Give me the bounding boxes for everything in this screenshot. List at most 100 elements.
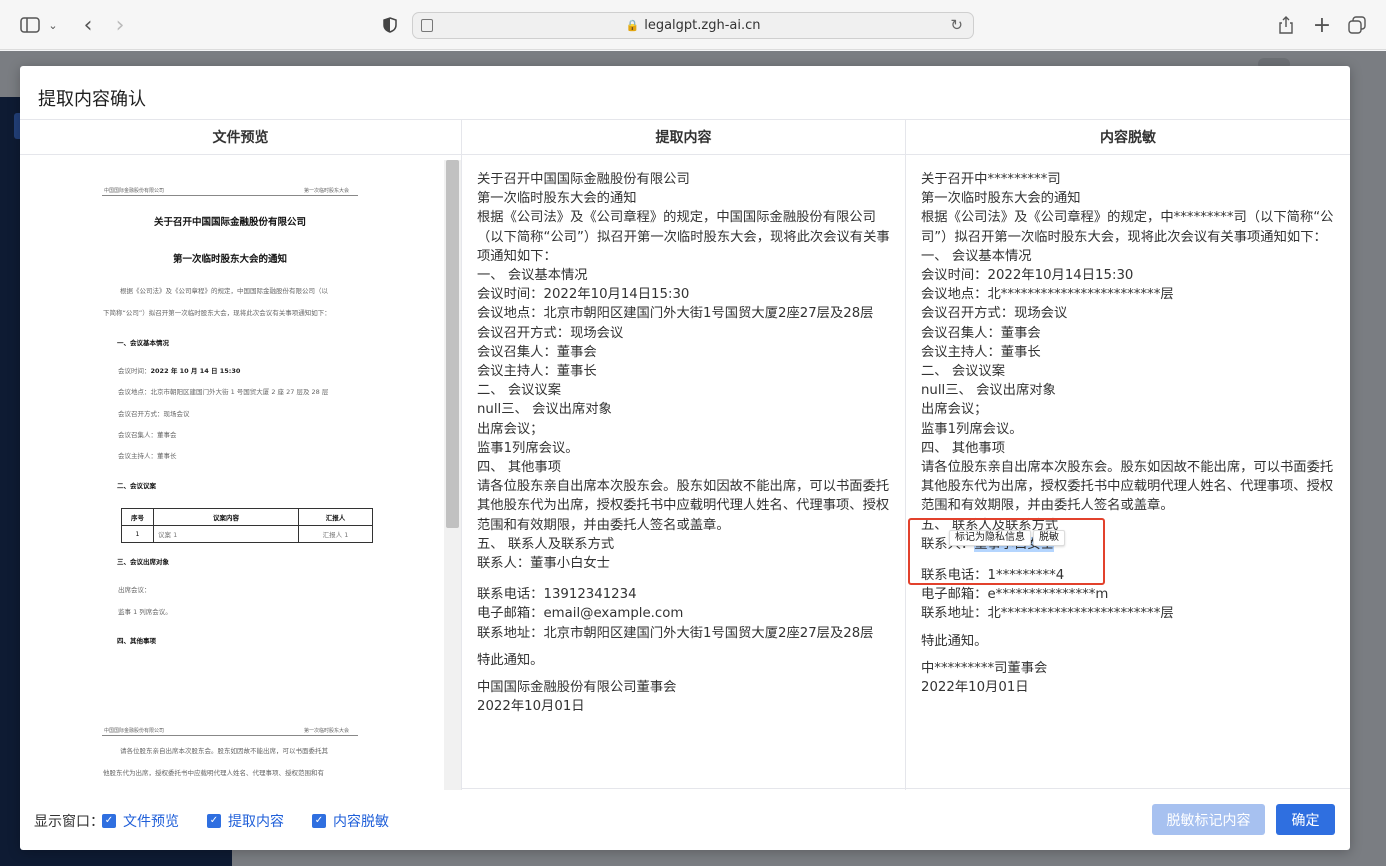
reload-icon[interactable]: ↻ (950, 16, 963, 34)
doc-item: 出席会议： (118, 586, 151, 594)
column-header-extracted: 提取内容 (462, 120, 905, 155)
new-tab-icon[interactable]: + (1312, 12, 1332, 38)
content-line: 会议地点：北京市朝阳区建国门外大街1号国贸大厦2座27层及28层 (477, 306, 874, 322)
notice-text: 特此通知。 (921, 633, 988, 649)
content-line: 会议主持人：董事长 (477, 364, 597, 380)
content-line: 出席会议； (921, 402, 988, 418)
content-line: 会议主持人：董事长 (921, 344, 1041, 360)
content-line: 请各位股东亲自出席本次股东会。股东如因故不能出席，可以书面委托其他股东代为出席，… (921, 460, 1334, 514)
content-line: null三、 会议出席对象 (921, 383, 1056, 399)
doc-item: 会议时间：2022 年 10 月 14 日 15:30 (118, 367, 241, 375)
masked-content[interactable]: 关于召开中*********司第一次临时股东大会的通知根据《公司法》及《公司章程… (906, 156, 1350, 790)
share-icon[interactable] (1276, 12, 1296, 38)
content-line: 一、 会议基本情况 (477, 268, 588, 284)
sidebar-toggle-icon[interactable] (18, 12, 42, 38)
content-line: 关于召开中*********司 (921, 172, 1061, 187)
doc-para: 他股东代为出席，授权委托书中应载明代理人姓名、代理事项、授权范围和有 (103, 769, 324, 777)
content-line: 联系人：董事小白女士 (477, 556, 610, 572)
doc-para: 下简称“公司”）拟召开第一次临时股东大会，现将此次会议有关事项通知如下： (103, 309, 331, 317)
doc-section: 一、会议基本情况 (117, 339, 169, 347)
content-line: 第一次临时股东大会的通知 (921, 191, 1081, 207)
column-header-masked: 内容脱敏 (906, 120, 1350, 155)
content-line: 会议召集人：董事会 (921, 325, 1041, 341)
extract-confirm-dialog: 提取内容确认 文件预览 提取内容 内容脱敏 中国国际金融股份有限公司 第一次临时… (20, 66, 1350, 850)
lock-icon: 🔒 (625, 19, 640, 32)
doc-para: 请各位股东亲自出席本次股东会。股东如因故不能出席，可以书面委托其 (120, 747, 328, 755)
back-icon[interactable]: ‹ (78, 12, 98, 38)
dialog-title: 提取内容确认 (38, 89, 146, 110)
display-window-label: 显示窗口： (34, 814, 104, 830)
content-line: 二、 会议议案 (921, 364, 1006, 380)
content-line: 五、 联系人及联系方式 (477, 536, 615, 552)
columns-area: 文件预览 提取内容 内容脱敏 中国国际金融股份有限公司 第一次临时股东大会 关于… (20, 119, 1350, 790)
check-icon: ✓ (102, 814, 116, 828)
content-line: 出席会议； (477, 421, 544, 437)
content-line: 会议地点：北************************层 (921, 287, 1174, 303)
tab-overview-icon[interactable] (1346, 12, 1368, 38)
doc-header-left: 中国国际金融股份有限公司 (104, 188, 165, 194)
checkbox-file-preview[interactable]: ✓ 文件预览 (102, 811, 179, 831)
content-line: 会议时间：2022年10月14日15:30 (921, 268, 1134, 284)
doc-item: 会议主持人：董事长 (118, 452, 177, 460)
doc-para: 根据《公司法》及《公司章程》的规定，中国国际金融股份有限公司（以 (120, 287, 328, 295)
content-line: 二、 会议议案 (477, 383, 562, 399)
content-line: 根据《公司法》及《公司章程》的规定，中国国际金融股份有限公司（以下简称“公司”）… (477, 210, 890, 264)
doc-header-right: 第一次临时股东大会 (304, 188, 350, 194)
content-line: 会议召开方式：现场会议 (921, 306, 1068, 322)
confirm-button[interactable]: 确定 (1276, 804, 1335, 835)
notice-text: 特此通知。 (477, 652, 544, 668)
file-preview[interactable]: 中国国际金融股份有限公司 第一次临时股东大会 关于召开中国国际金融股份有限公司 … (20, 156, 461, 790)
column-header-preview: 文件预览 (20, 120, 461, 155)
selection-highlight-box (908, 518, 1105, 585)
doc-section: 三、会议出席对象 (117, 558, 169, 566)
check-icon: ✓ (207, 814, 221, 828)
content-line: 监事1列席会议。 (921, 421, 1023, 437)
signer-text: 中*********司董事会 (921, 660, 1048, 676)
content-line: 会议召开方式：现场会议 (477, 325, 624, 341)
preview-scroll-thumb[interactable] (446, 160, 459, 528)
checkbox-extracted[interactable]: ✓ 提取内容 (207, 811, 284, 831)
doc-title-2: 第一次临时股东大会的通知 (172, 254, 287, 265)
content-line: 请各位股东亲自出席本次股东会。股东如因故不能出席，可以书面委托其他股东代为出席，… (477, 479, 890, 533)
content-line: 电子邮箱：e***************m (921, 587, 1109, 603)
chevron-down-icon[interactable]: ⌄ (46, 12, 60, 38)
content-line: 四、 其他事项 (477, 460, 562, 476)
selection-popup: 标记为隐私信息 脱敏 (949, 530, 1065, 546)
doc-section: 四、其他事项 (117, 637, 156, 645)
page-icon (421, 19, 433, 32)
content-line: 关于召开中国国际金融股份有限公司 (477, 172, 690, 187)
content-line: 联系电话：13912341234 (477, 587, 637, 603)
mark-private-button[interactable]: 标记为隐私信息 (949, 530, 1031, 546)
content-line: 联系地址：北京市朝阳区建国门外大街1号国贸大厦2座27层及28层 (477, 625, 874, 641)
content-line: 联系地址：北************************层 (921, 606, 1174, 622)
shield-icon[interactable] (380, 12, 400, 38)
url-text: legalgpt.zgh-ai.cn (644, 18, 761, 33)
content-line: 电子邮箱：email@example.com (477, 606, 684, 622)
date-text: 2022年10月01日 (477, 699, 585, 715)
doc-item: 会议召集人：董事会 (118, 431, 177, 439)
date-text: 2022年10月01日 (921, 680, 1029, 696)
content-line: 一、 会议基本情况 (921, 248, 1032, 264)
forward-icon[interactable]: › (110, 12, 130, 38)
signer-text: 中国国际金融股份有限公司董事会 (477, 680, 677, 696)
extracted-content[interactable]: 关于召开中国国际金融股份有限公司 第一次临时股东大会的通知根据《公司法》及《公司章… (462, 156, 905, 790)
content-line: 第一次临时股东大会的通知 (477, 191, 637, 207)
doc-header-right: 第一次临时股东大会 (304, 728, 350, 734)
content-line: 会议时间：2022年10月14日15:30 (477, 287, 690, 303)
content-line: 四、 其他事项 (921, 440, 1006, 456)
content-line: 根据《公司法》及《公司章程》的规定，中*********司（以下简称“公司”）拟… (921, 210, 1334, 245)
doc-title-1: 关于召开中国国际金融股份有限公司 (153, 217, 306, 228)
mask-button[interactable]: 脱敏 (1033, 530, 1065, 546)
content-line: null三、 会议出席对象 (477, 402, 612, 418)
doc-table: 序号 议案内容 汇报人 1 议案 1 汇报人 1 (121, 508, 373, 543)
doc-item: 监事 1 列席会议。 (118, 608, 172, 616)
mask-marked-content-button[interactable]: 脱敏标记内容 (1152, 804, 1265, 835)
doc-header-left: 中国国际金融股份有限公司 (104, 728, 165, 734)
doc-item: 会议地点：北京市朝阳区建国门外大街 1 号国贸大厦 2 座 27 层及 28 层 (118, 388, 329, 396)
content-line: 会议召集人：董事会 (477, 344, 597, 360)
browser-toolbar: ⌄ ‹ › 🔒 legalgpt.zgh-ai.cn ↻ + (0, 0, 1386, 50)
checkbox-masked[interactable]: ✓ 内容脱敏 (312, 811, 389, 831)
doc-section: 二、会议议案 (117, 482, 156, 490)
content-line: 监事1列席会议。 (477, 440, 579, 456)
url-bar[interactable]: 🔒 legalgpt.zgh-ai.cn ↻ (412, 12, 974, 39)
